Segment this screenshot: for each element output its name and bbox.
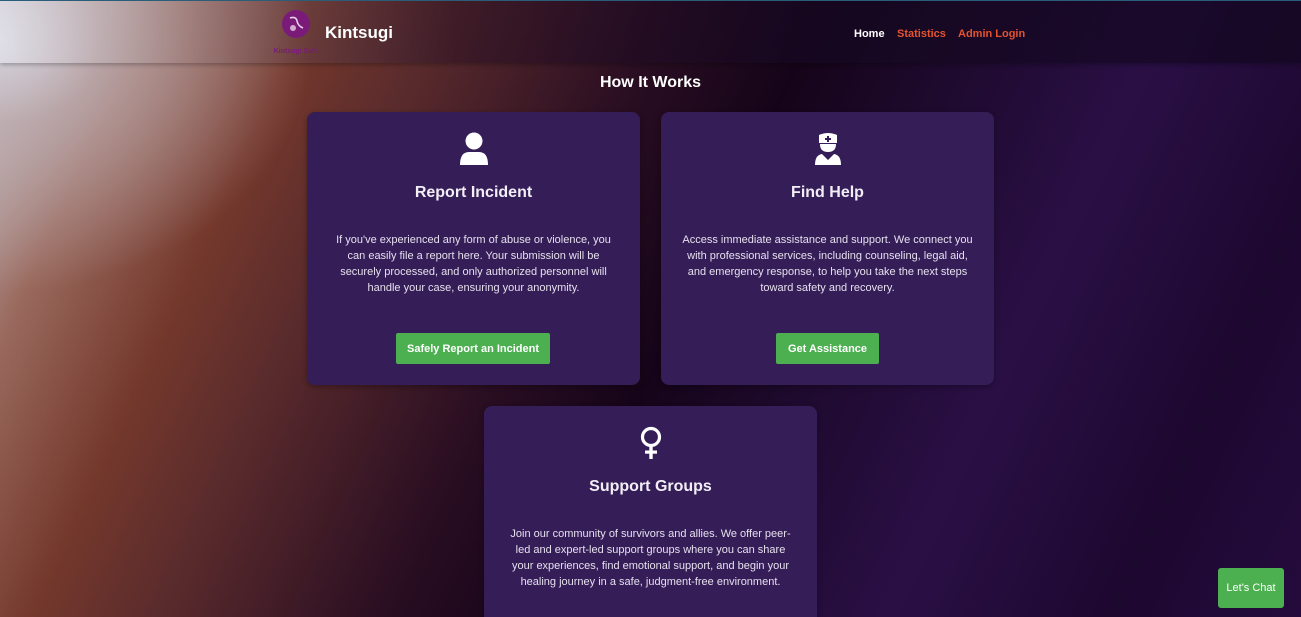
logo-text: Kintsugi Safe xyxy=(273,48,319,55)
logo-icon xyxy=(282,10,310,38)
brand-name[interactable]: Kintsugi xyxy=(325,23,393,43)
card-description: Join our community of survivors and alli… xyxy=(510,528,791,588)
nav-admin-login-link[interactable]: Admin Login xyxy=(958,28,1025,40)
nav-statistics-link[interactable]: Statistics xyxy=(897,28,946,40)
report-incident-button[interactable]: Safely Report an Incident xyxy=(396,333,550,364)
card-title: Support Groups xyxy=(589,478,712,495)
card-title: Report Incident xyxy=(414,184,533,201)
lets-chat-button[interactable]: Let's Chat xyxy=(1218,568,1284,608)
nav-home-link[interactable]: Home xyxy=(854,28,885,40)
get-assistance-button[interactable]: Get Assistance xyxy=(776,333,879,364)
section-title: How It Works xyxy=(599,74,702,91)
card-support-groups: Support Groups Join our community of sur… xyxy=(484,406,817,617)
user-nurse-icon xyxy=(814,133,841,165)
logo[interactable]: Kintsugi Safe xyxy=(270,9,322,59)
card-report-incident: Report Incident If you've experienced an… xyxy=(307,112,640,385)
card-description: Access immediate assistance and support.… xyxy=(682,234,973,294)
user-icon xyxy=(459,132,488,165)
card-description: If you've experienced any form of abuse … xyxy=(336,234,611,294)
venus-icon xyxy=(640,426,661,459)
top-navbar: Kintsugi Safe Kintsugi Home Statistics A… xyxy=(0,0,1301,63)
card-find-help: Find Help Access immediate assistance an… xyxy=(661,112,994,385)
card-title: Find Help xyxy=(791,184,864,201)
